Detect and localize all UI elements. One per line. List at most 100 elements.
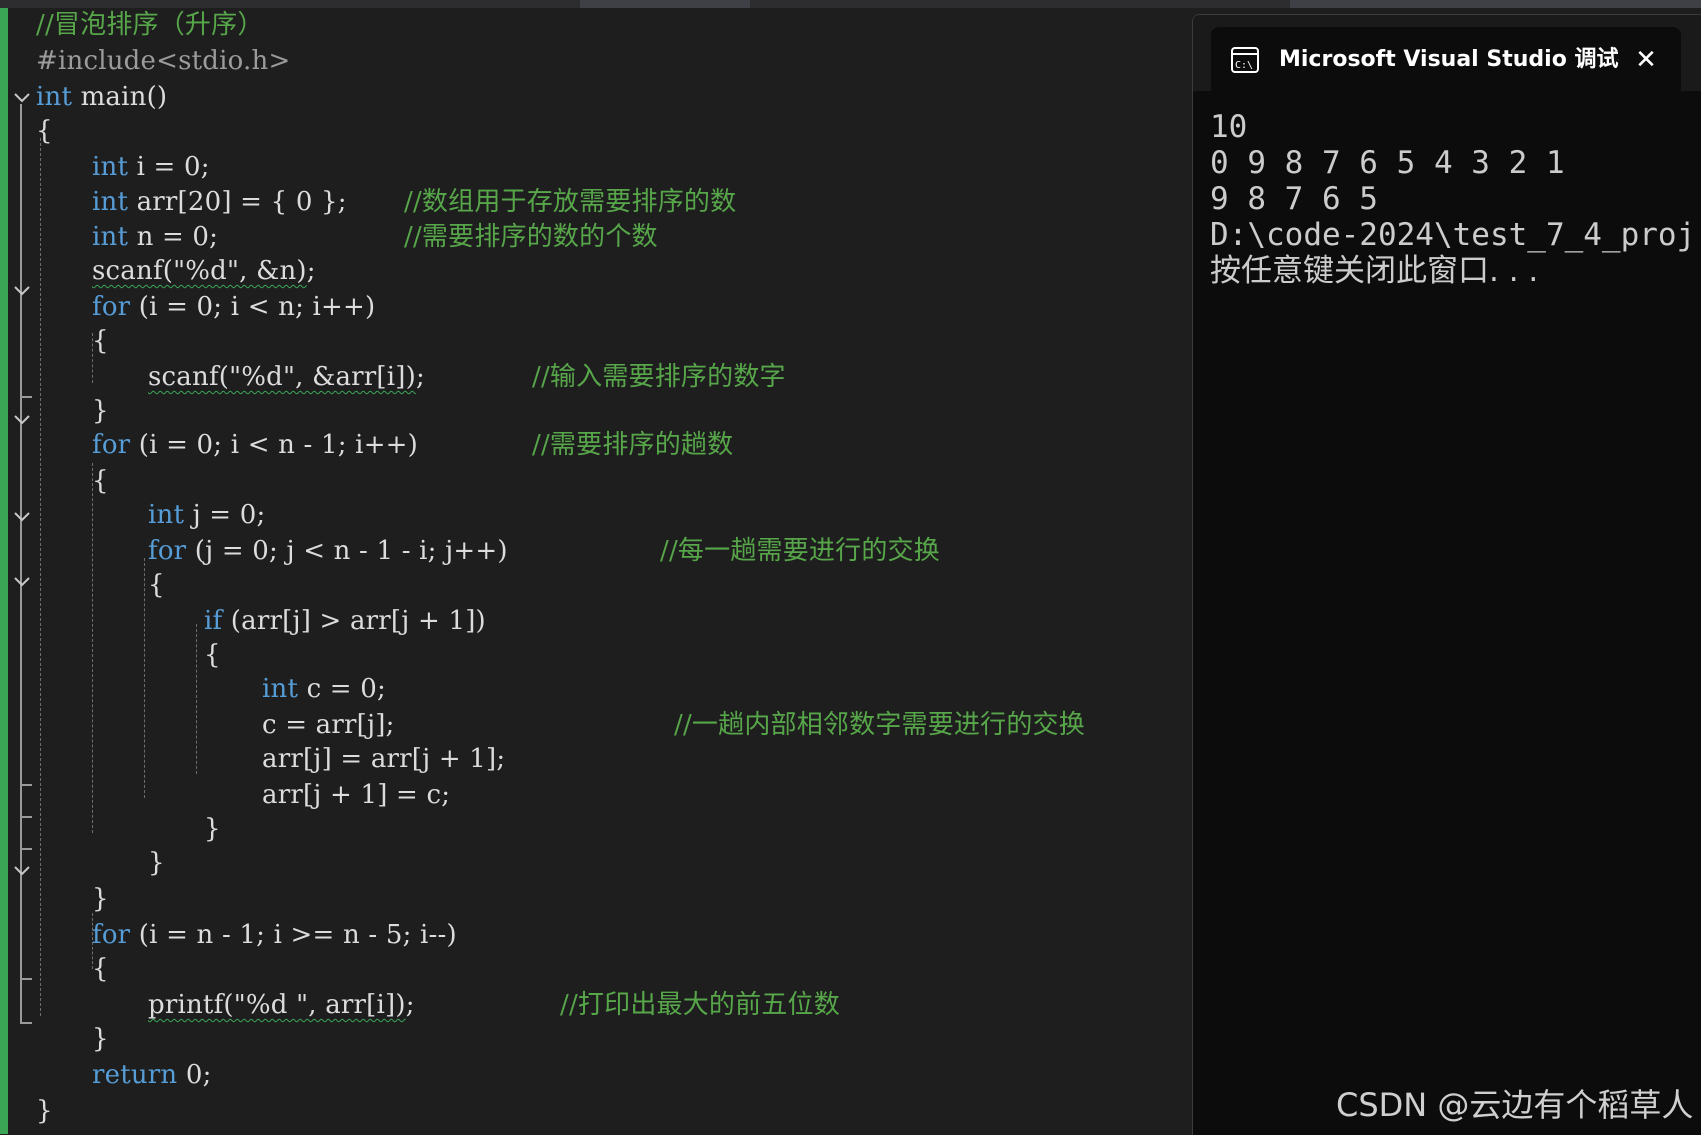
code-text: (i = n - 1; i >= n - 5; i--) (130, 920, 457, 950)
code-text: { (92, 326, 109, 356)
code-line[interactable]: { (92, 324, 109, 358)
code-text: (arr[j] > arr[j + 1]) (222, 606, 486, 636)
code-comment: //数组用于存放需要排序的数 (404, 187, 737, 217)
code-text: { (92, 466, 109, 496)
code-line[interactable]: } (92, 882, 109, 916)
code-line[interactable]: } (36, 1094, 53, 1128)
code-line[interactable]: int j = 0; (148, 498, 265, 532)
chevron-down-icon[interactable] (12, 861, 32, 881)
code-line[interactable]: for (j = 0; j < n - 1 - i; j++) //每一趟需要进行… (148, 534, 940, 568)
fold-end-tick (20, 978, 32, 980)
console-output-line: 按任意键关闭此窗口. . . (1210, 253, 1539, 289)
code-comment: //冒泡排序（升序） (36, 10, 264, 40)
fold-end-tick (20, 784, 32, 786)
code-comment: //需要排序的数的个数 (404, 222, 658, 252)
squiggle-call: scanf("%d", &arr[i]) (148, 362, 416, 392)
code-line[interactable]: c = arr[j]; //一趟内部相邻数字需要进行的交换 (262, 708, 1085, 742)
close-icon[interactable]: ✕ (1631, 45, 1661, 75)
chevron-down-icon[interactable] (12, 88, 32, 108)
code-line[interactable]: } (92, 394, 109, 428)
code-line[interactable]: //冒泡排序（升序） (36, 8, 264, 42)
code-keyword: for (148, 536, 187, 566)
code-line[interactable]: int arr[20] = { 0 }; //数组用于存放需要排序的数 (92, 185, 736, 219)
code-keyword: for (92, 430, 131, 460)
indent-guide (196, 624, 197, 774)
chevron-down-icon[interactable] (12, 507, 32, 527)
code-editor[interactable]: //冒泡排序（升序） #include<stdio.h> int main() … (0, 8, 1190, 1134)
code-line[interactable]: } (148, 846, 165, 880)
code-line[interactable]: scanf("%d", &n); (92, 254, 316, 288)
code-text: } (92, 884, 109, 914)
chevron-down-icon[interactable] (12, 410, 32, 430)
indent-guide (92, 463, 93, 833)
code-line[interactable]: scanf("%d", &arr[i]); //输入需要排序的数字 (148, 360, 786, 394)
code-keyword: int (92, 222, 129, 252)
code-line[interactable]: return 0; (92, 1058, 212, 1092)
code-line[interactable]: { (92, 464, 109, 498)
code-keyword: for (92, 920, 131, 950)
code-line[interactable]: int i = 0; (92, 150, 210, 184)
fold-end-tick (20, 816, 32, 818)
code-text: } (92, 396, 109, 426)
code-text: n = 0; (128, 222, 219, 252)
code-line[interactable]: #include<stdio.h> (36, 44, 290, 78)
code-line[interactable]: { (36, 114, 53, 148)
indent-guide (144, 558, 145, 798)
code-keyword: if (204, 606, 223, 636)
code-line[interactable]: { (204, 638, 221, 672)
squiggle-call: printf("%d ", arr[i]) (148, 990, 406, 1020)
console-tab[interactable]: C:\ Microsoft Visual Studio 调试控制台 ✕ (1211, 27, 1681, 91)
code-text: } (92, 1024, 109, 1054)
code-line[interactable]: } (204, 812, 221, 846)
code-comment: //需要排序的趟数 (532, 430, 734, 460)
debug-console-window[interactable]: C:\ Microsoft Visual Studio 调试控制台 ✕ 10 0… (1192, 14, 1701, 1135)
code-text: i = 0; (128, 152, 210, 182)
indent-guide (20, 590, 22, 785)
svg-text:C:\: C:\ (1235, 60, 1253, 71)
code-line[interactable]: int n = 0; //需要排序的数的个数 (92, 220, 658, 254)
code-text: c = arr[j]; (262, 710, 395, 740)
chevron-down-icon[interactable] (12, 281, 32, 301)
console-title: Microsoft Visual Studio 调试控制台 (1279, 47, 1619, 72)
code-line[interactable]: } (92, 1022, 109, 1056)
code-text: } (36, 1096, 53, 1126)
code-line[interactable]: { (148, 568, 165, 602)
console-output-line: 10 (1210, 109, 1248, 145)
code-line[interactable]: printf("%d ", arr[i]); //打印出最大的前五位数 (148, 988, 840, 1022)
watermark-text: CSDN @云边有个稻草人 (1336, 1086, 1694, 1124)
code-keyword: int (92, 152, 129, 182)
code-keyword: int (36, 82, 73, 112)
fold-end-tick (20, 848, 32, 850)
code-text: arr[j + 1] = c; (262, 780, 451, 810)
code-line[interactable]: { (92, 952, 109, 986)
chevron-down-icon[interactable] (12, 572, 32, 592)
code-comment: //输入需要排序的数字 (532, 362, 786, 392)
code-line[interactable]: arr[j] = arr[j + 1]; (262, 742, 505, 776)
squiggle-call: scanf("%d", &n) (92, 256, 307, 286)
code-text: ; (415, 362, 425, 392)
console-tab-bar: C:\ Microsoft Visual Studio 调试控制台 ✕ (1193, 15, 1701, 91)
code-line[interactable]: for (i = 0; i < n; i++) (92, 290, 375, 324)
code-text: { (92, 954, 109, 984)
console-output-line: 0 9 8 7 6 5 4 3 2 1 (1210, 145, 1565, 181)
code-text: c = 0; (298, 674, 386, 704)
code-line[interactable]: int main() (36, 80, 167, 114)
code-keyword: int (262, 674, 299, 704)
code-line[interactable]: for (i = n - 1; i >= n - 5; i--) (92, 918, 457, 952)
code-line[interactable]: for (i = 0; i < n - 1; i++) //需要排序的趟数 (92, 428, 733, 462)
code-text: { (36, 116, 53, 146)
code-text: arr[j] = arr[j + 1]; (262, 744, 506, 774)
code-line[interactable]: arr[j + 1] = c; (262, 778, 450, 812)
code-keyword: return (92, 1060, 178, 1090)
code-line[interactable]: if (arr[j] > arr[j + 1]) (204, 604, 486, 638)
indent-guide (20, 878, 22, 978)
indent-guide (40, 138, 41, 1016)
code-line[interactable]: int c = 0; (262, 672, 386, 706)
code-text: (i = 0; i < n - 1; i++) (130, 430, 419, 460)
top-tab-strip (0, 0, 1701, 8)
code-keyword: int (92, 187, 129, 217)
code-text: (i = 0; i < n; i++) (130, 292, 376, 322)
code-text: } (148, 848, 165, 878)
fold-end-tick (20, 1022, 32, 1024)
code-text: (j = 0; j < n - 1 - i; j++) (186, 536, 508, 566)
